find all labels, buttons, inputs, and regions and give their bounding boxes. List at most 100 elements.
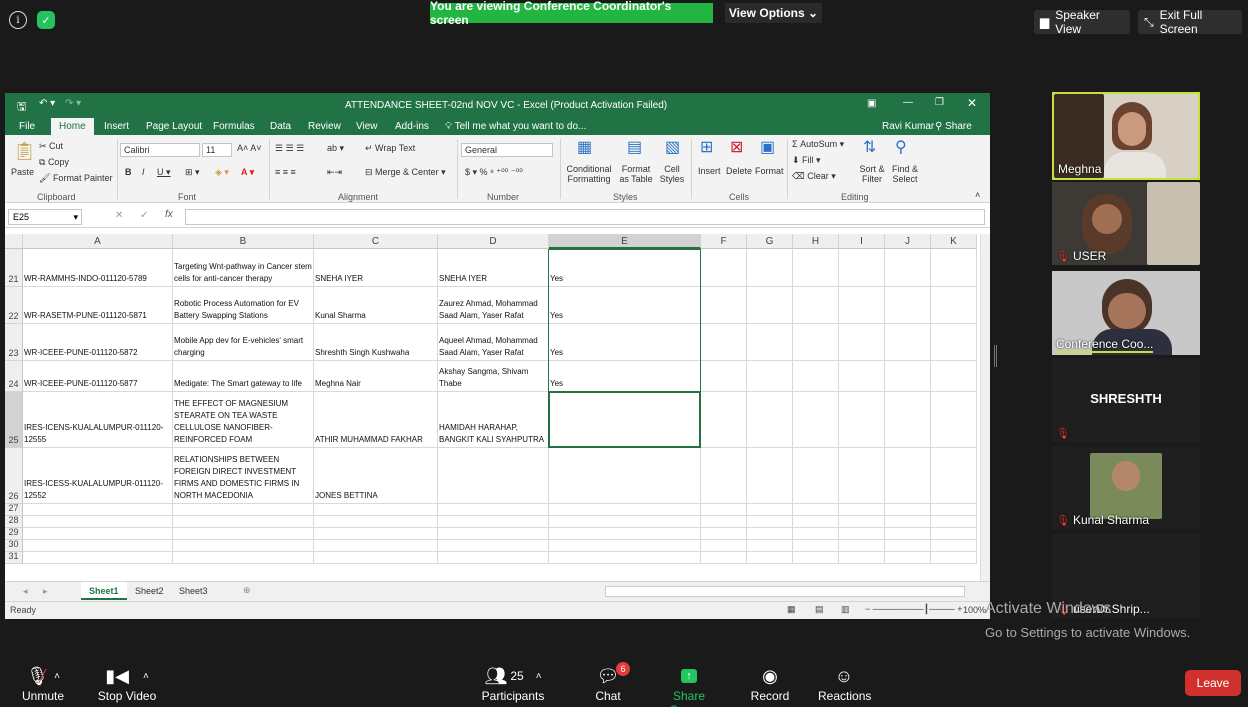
table-cell[interactable] bbox=[314, 504, 438, 516]
wrap-text-button[interactable]: ↵ Wrap Text bbox=[365, 143, 415, 154]
chat-button[interactable]: 💬︎ 6 Chat bbox=[592, 662, 630, 703]
participants-button[interactable]: 👥︎ 25 ˄ Participants bbox=[480, 663, 546, 704]
column-header-h[interactable]: H bbox=[793, 234, 839, 249]
column-header-d[interactable]: D bbox=[438, 234, 549, 249]
table-cell[interactable] bbox=[549, 540, 701, 552]
table-cell[interactable]: IRES-ICENS-KUALALUMPUR-011120-12555 bbox=[23, 392, 173, 448]
name-box[interactable]: E25 ▾ bbox=[8, 209, 82, 225]
tab-home[interactable]: Home bbox=[51, 118, 94, 135]
table-cell[interactable] bbox=[747, 504, 793, 516]
share-button[interactable]: ⚲ Share bbox=[935, 121, 972, 132]
paste-button[interactable]: Paste bbox=[11, 167, 34, 177]
tab-insert[interactable]: Insert bbox=[104, 121, 129, 132]
table-cell[interactable] bbox=[701, 324, 747, 361]
bold-button[interactable]: B bbox=[125, 167, 132, 177]
table-cell[interactable] bbox=[839, 287, 885, 324]
table-cell[interactable] bbox=[438, 448, 549, 504]
sheet-tab-1[interactable]: Sheet1 bbox=[81, 582, 127, 600]
table-cell[interactable] bbox=[314, 528, 438, 540]
panel-resize-handle[interactable] bbox=[994, 345, 997, 367]
table-cell[interactable] bbox=[885, 528, 931, 540]
copy-button[interactable]: ⧉ Copy bbox=[39, 157, 69, 168]
table-cell[interactable]: Shreshth Singh Kushwaha bbox=[314, 324, 438, 361]
format-cells-button[interactable]: Format bbox=[755, 166, 784, 176]
borders-icon[interactable]: ⊞ ▾ bbox=[185, 167, 200, 178]
function-icon[interactable]: fx bbox=[165, 209, 173, 220]
table-cell[interactable] bbox=[931, 287, 977, 324]
table-cell[interactable] bbox=[839, 528, 885, 540]
insert-cells-button[interactable]: Insert bbox=[698, 166, 721, 176]
restore-icon[interactable]: ❐ bbox=[935, 97, 944, 108]
table-cell[interactable] bbox=[793, 249, 839, 287]
table-cell[interactable] bbox=[23, 552, 173, 564]
leave-button[interactable]: Leave bbox=[1185, 670, 1241, 696]
participant-tile-coordinator[interactable]: Conference Coo... bbox=[1052, 271, 1200, 355]
row-header[interactable]: 23 bbox=[5, 324, 23, 361]
table-cell[interactable]: Kunal Sharma bbox=[314, 287, 438, 324]
tab-page-layout[interactable]: Page Layout bbox=[146, 121, 202, 132]
format-table-button[interactable]: Format as Table bbox=[616, 164, 656, 184]
table-cell[interactable] bbox=[549, 516, 701, 528]
participant-tile-user[interactable]: 🎙︎ USER bbox=[1052, 182, 1200, 265]
table-cell[interactable] bbox=[931, 361, 977, 392]
table-cell[interactable]: HAMIDAH HARAHAP, BANGKIT KALI SYAHPUTRA bbox=[438, 392, 549, 448]
tab-review[interactable]: Review bbox=[308, 121, 341, 132]
table-cell[interactable]: JONES BETTINA bbox=[314, 448, 438, 504]
delete-cells-button[interactable]: Delete bbox=[726, 166, 752, 176]
table-cell[interactable]: WR-ICEEE-PUNE-011120-5877 bbox=[23, 361, 173, 392]
column-header-c[interactable]: C bbox=[314, 234, 438, 249]
table-cell[interactable] bbox=[747, 516, 793, 528]
table-cell[interactable] bbox=[438, 504, 549, 516]
table-cell[interactable] bbox=[839, 448, 885, 504]
table-cell[interactable] bbox=[931, 516, 977, 528]
tab-add-ins[interactable]: Add-ins bbox=[395, 121, 429, 132]
font-color-icon[interactable]: A ▾ bbox=[241, 167, 254, 178]
cell-styles-icon[interactable]: ▧ bbox=[665, 137, 680, 157]
table-cell[interactable] bbox=[885, 392, 931, 448]
table-cell[interactable] bbox=[931, 504, 977, 516]
table-cell[interactable] bbox=[747, 540, 793, 552]
table-cell[interactable] bbox=[549, 448, 701, 504]
select-all-corner[interactable] bbox=[5, 234, 23, 249]
page-layout-icon[interactable]: ▤ bbox=[815, 604, 824, 615]
table-cell[interactable] bbox=[549, 528, 701, 540]
table-cell[interactable]: WR-RASETM-PUNE-011120-5871 bbox=[23, 287, 173, 324]
enter-icon[interactable]: ✓ bbox=[140, 210, 148, 221]
table-cell[interactable] bbox=[701, 504, 747, 516]
table-cell[interactable] bbox=[23, 540, 173, 552]
table-cell[interactable] bbox=[793, 324, 839, 361]
fill-color-icon[interactable]: ◈ ▾ bbox=[215, 167, 229, 178]
merge-center-button[interactable]: ⊟ Merge & Center ▾ bbox=[365, 167, 446, 178]
record-button[interactable]: ◉ Record bbox=[750, 663, 790, 704]
sheet-tab-2[interactable]: Sheet2 bbox=[127, 582, 172, 600]
speaker-view-button[interactable]: ▆ Speaker View bbox=[1034, 8, 1130, 36]
autosum-button[interactable]: Σ AutoSum ▾ bbox=[792, 139, 844, 150]
tab-formulas[interactable]: Formulas bbox=[213, 121, 255, 132]
table-cell[interactable] bbox=[173, 528, 314, 540]
insert-cells-icon[interactable]: ⊞ bbox=[700, 137, 713, 157]
table-cell[interactable] bbox=[885, 324, 931, 361]
cell-styles-button[interactable]: Cell Styles bbox=[657, 164, 687, 184]
participant-tile-shreshth[interactable]: SHRESHTH 🎙︎ bbox=[1052, 358, 1200, 442]
participant-tile-kunal[interactable]: 🎙︎ Kunal Sharma bbox=[1052, 447, 1200, 529]
table-cell[interactable] bbox=[885, 516, 931, 528]
table-cell[interactable] bbox=[314, 552, 438, 564]
fill-button[interactable]: ⬇ Fill ▾ bbox=[792, 155, 821, 166]
table-cell[interactable] bbox=[701, 448, 747, 504]
table-cell[interactable] bbox=[793, 540, 839, 552]
table-cell[interactable] bbox=[793, 516, 839, 528]
table-cell[interactable]: ATHIR MUHAMMAD FAKHAR bbox=[314, 392, 438, 448]
table-cell[interactable] bbox=[839, 552, 885, 564]
magnifier-icon[interactable]: ⚲ bbox=[895, 137, 907, 157]
ribbon-display-icon[interactable]: ▣ bbox=[867, 98, 876, 109]
sheet-tab-3[interactable]: Sheet3 bbox=[171, 582, 216, 600]
table-cell[interactable] bbox=[839, 324, 885, 361]
align-left-icon[interactable]: ≡ ≡ ≡ bbox=[275, 167, 296, 177]
cancel-icon[interactable]: ✕ bbox=[115, 210, 123, 221]
table-cell[interactable]: IRES-ICESS-KUALALUMPUR-011120-12552 bbox=[23, 448, 173, 504]
table-cell[interactable] bbox=[701, 287, 747, 324]
table-cell[interactable] bbox=[23, 504, 173, 516]
table-cell[interactable] bbox=[747, 528, 793, 540]
table-cell[interactable] bbox=[793, 392, 839, 448]
clear-button[interactable]: ⌫ Clear ▾ bbox=[792, 171, 836, 182]
